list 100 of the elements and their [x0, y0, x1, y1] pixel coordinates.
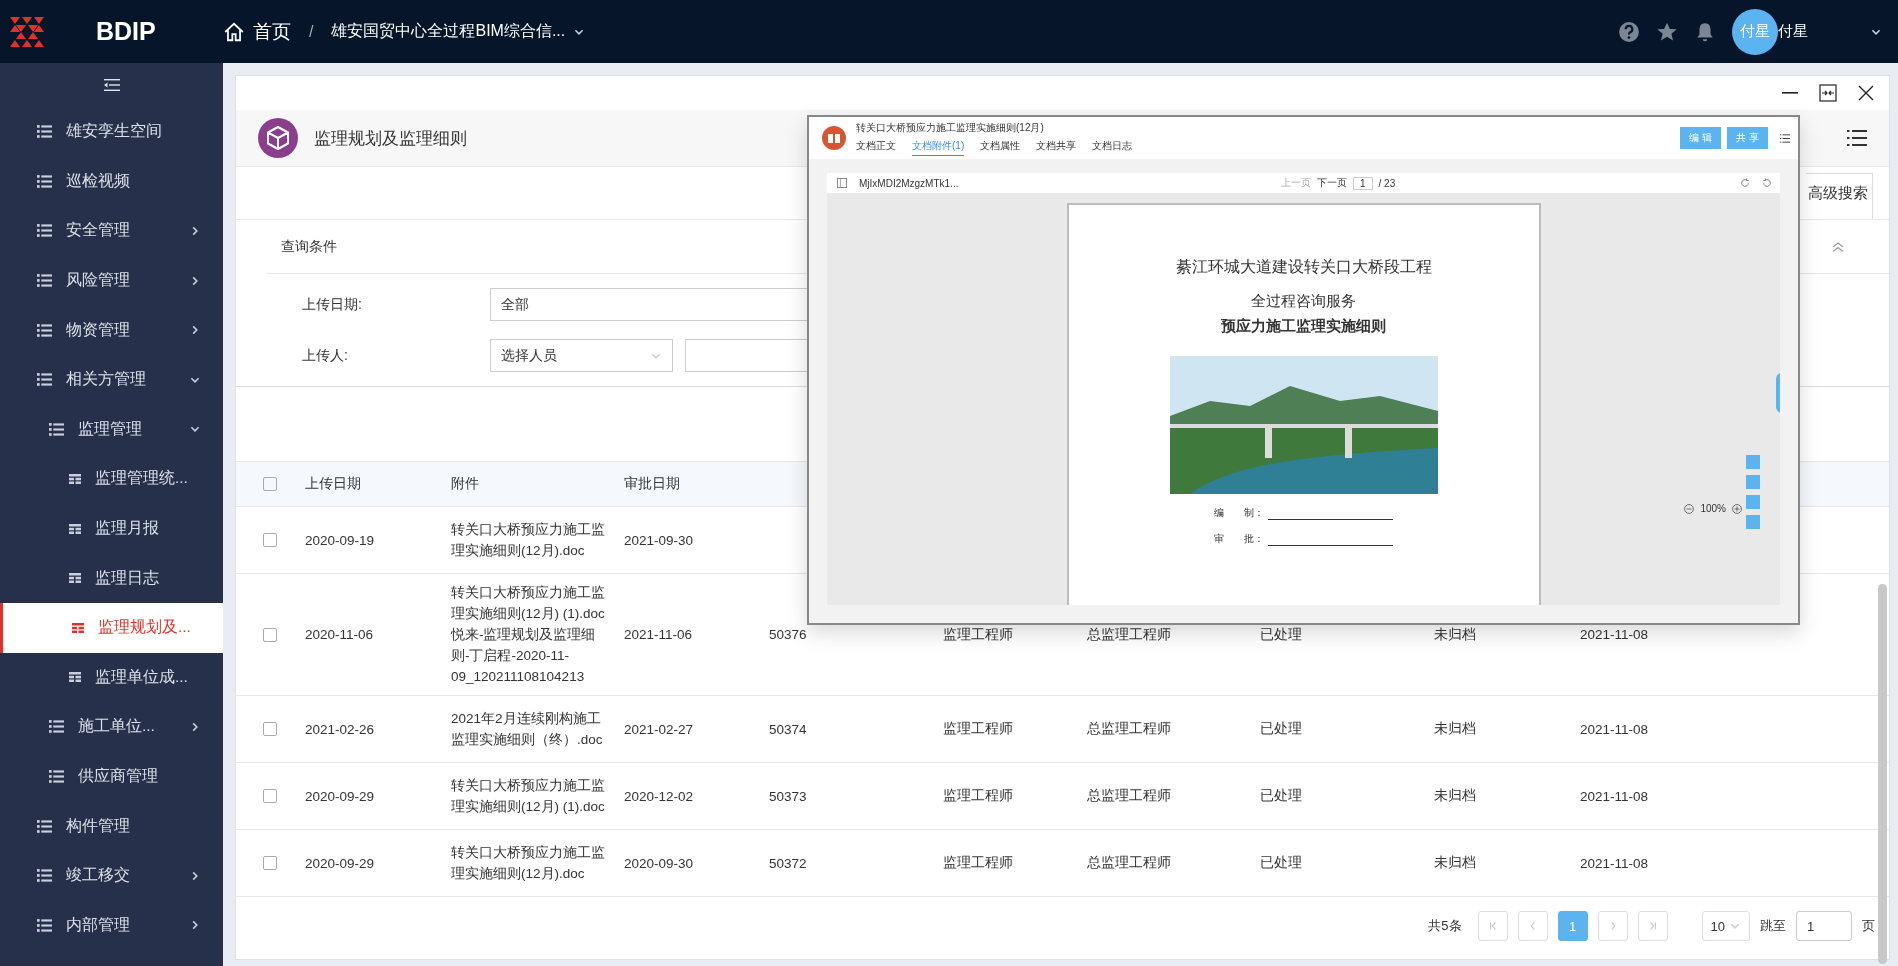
- first-page-button[interactable]: [1477, 911, 1508, 941]
- project-dropdown[interactable]: 雄安国贸中心全过程BIM综合信...: [331, 21, 566, 42]
- jump-label: 跳至: [1760, 917, 1786, 935]
- rotate-clockwise-icon[interactable]: [1740, 178, 1750, 188]
- page-title: 监理规划及监理细则: [314, 127, 467, 150]
- collapse-icon[interactable]: [1831, 240, 1845, 253]
- table-cell-text: 已处理: [1260, 625, 1303, 644]
- list-icon: [37, 174, 52, 188]
- file-name: MjIxMDI2MzgzMTk1...: [859, 177, 960, 189]
- table-cell-text: 2020-11-06: [305, 627, 375, 642]
- table-cell-text: 总监理工程师: [1087, 625, 1172, 644]
- sidebar-item[interactable]: 竣工移交: [0, 850, 223, 901]
- zoom-level: 100%: [1700, 503, 1726, 514]
- restore-icon[interactable]: [1819, 84, 1837, 102]
- breadcrumb-link[interactable]: 首页: [253, 18, 291, 45]
- sidebar-item[interactable]: 施工单位...: [0, 702, 223, 752]
- collapse-menu-icon[interactable]: [103, 79, 120, 91]
- sidebar-item[interactable]: 监理月报: [0, 503, 223, 554]
- help-icon[interactable]: [1618, 20, 1640, 43]
- table-cell-text: 2021-11-08: [1580, 721, 1650, 737]
- list-icon: [49, 770, 64, 783]
- select-all-checkbox[interactable]: [263, 477, 277, 491]
- menu-icon[interactable]: [1780, 133, 1790, 143]
- sidebar-item[interactable]: 监理管理统...: [0, 454, 223, 504]
- row-checkbox[interactable]: [263, 722, 277, 736]
- row-checkbox[interactable]: [263, 856, 277, 870]
- column-header: 上传日期: [305, 475, 362, 493]
- row-checkbox[interactable]: [263, 789, 277, 803]
- list-icon: [37, 224, 52, 238]
- rotate-counterclockwise-icon[interactable]: [1762, 178, 1772, 188]
- table-cell-text: 50374: [769, 721, 808, 737]
- table-cell-text: 监理工程师: [943, 787, 1014, 805]
- table-cell-text: 2021-02-27: [624, 721, 695, 737]
- list-icon: [37, 869, 52, 883]
- table-cell-text: 已处理: [1260, 720, 1303, 738]
- book-icon: [822, 126, 846, 150]
- table-cell-text: 转关口大桥预应力施工监理实施细则(12月) (1).doc 悦来-监理规划及监理细则-丁启程-2020-11-09_120211108104213: [451, 584, 606, 686]
- row-checkbox[interactable]: [263, 627, 277, 642]
- sidebar-item[interactable]: 风险管理: [0, 255, 223, 306]
- document-tab[interactable]: 文档属性: [980, 138, 1021, 156]
- sidebar-item[interactable]: 巡检视频: [0, 156, 223, 207]
- previous-page-button[interactable]: [1517, 911, 1548, 941]
- document-tab[interactable]: 文档附件(1): [912, 138, 965, 156]
- table-icon: [69, 573, 81, 584]
- document-tab[interactable]: 文档日志: [1092, 138, 1133, 156]
- scrollbar[interactable]: [1878, 584, 1887, 964]
- table-cell-text: 监理工程师: [943, 854, 1014, 872]
- table-cell-text: 2020-09-19: [305, 532, 376, 548]
- table-cell-text: 50376: [769, 627, 808, 642]
- date-range-field[interactable]: 全部: [490, 288, 810, 321]
- query-title: 查询条件: [281, 237, 337, 256]
- user-name[interactable]: 付星: [1778, 22, 1808, 41]
- table-cell-text: 2021-11-08: [1580, 788, 1650, 804]
- zoom-out-icon[interactable]: [1684, 503, 1695, 514]
- next-page-link[interactable]: 下一页: [1317, 176, 1347, 190]
- advanced-search-tab[interactable]: 高级搜索: [1806, 173, 1873, 219]
- sidebar-item[interactable]: 监理单位成...: [0, 652, 223, 703]
- menu-icon[interactable]: [1847, 130, 1867, 146]
- field-label: 上传日期:: [302, 295, 363, 314]
- page-unit-label: 页: [1862, 917, 1875, 935]
- table-cell-text: 2020-09-29: [305, 788, 376, 804]
- column-header: 附件: [451, 475, 480, 493]
- table-cell-text: 2020-12-02: [624, 788, 695, 804]
- table-cell-text: 2021-02-26: [305, 721, 376, 737]
- table-cell-text: 转关口大桥预应力施工监理实施细则(12月).doc: [451, 521, 606, 560]
- sidebar-item[interactable]: 雄安孪生空间: [0, 107, 223, 157]
- sidebar-toggle-icon[interactable]: [837, 178, 847, 188]
- person-select[interactable]: 选择人员: [490, 339, 673, 372]
- last-page-button[interactable]: [1637, 911, 1668, 941]
- next-page-button[interactable]: [1597, 911, 1628, 941]
- sidebar-item[interactable]: 监理日志: [0, 553, 223, 603]
- table-cell-text: 未归档: [1434, 854, 1477, 872]
- table-cell-text: 50372: [769, 855, 808, 871]
- row-checkbox[interactable]: [263, 533, 277, 547]
- page-jump-field[interactable]: 1: [1796, 911, 1852, 941]
- sidebar-item[interactable]: 物资管理: [0, 305, 223, 355]
- table-cell-text: 2021-11-08: [1580, 627, 1650, 642]
- document-tab[interactable]: 文档共享: [1036, 138, 1077, 156]
- close-icon[interactable]: [1857, 84, 1875, 102]
- table-cell-text: 总监理工程师: [1087, 787, 1172, 805]
- bell-icon[interactable]: [1694, 20, 1716, 43]
- sidebar-item[interactable]: 供应商管理: [0, 751, 223, 802]
- document-tab[interactable]: 文档正文: [856, 138, 896, 156]
- table-cell-text: 2021-09-30: [624, 532, 695, 548]
- list-icon: [49, 720, 64, 734]
- sidebar-item[interactable]: 监理管理: [0, 404, 223, 455]
- list-icon: [37, 373, 52, 387]
- zoom-in-icon[interactable]: [1732, 503, 1742, 514]
- sidebar-item[interactable]: 相关方管理: [0, 354, 223, 405]
- sidebar-item[interactable]: 构件管理: [0, 801, 223, 851]
- page-number-field[interactable]: 1: [1353, 176, 1373, 190]
- page-size-select[interactable]: 10: [1701, 911, 1750, 941]
- brand-name: BDIP: [96, 17, 156, 46]
- table-cell-text: 监理工程师: [943, 625, 1014, 644]
- sidebar-item[interactable]: 安全管理: [0, 206, 223, 256]
- page-total: / 23: [1378, 177, 1396, 189]
- sidebar-item[interactable]: 内部管理: [0, 900, 223, 951]
- document-title: 转关口大桥预应力施工监理实施细则(12月): [856, 120, 1045, 135]
- sidebar-item[interactable]: 监理规划及...: [0, 602, 223, 653]
- table-cell-text: 转关口大桥预应力施工监理实施细则(12月) (1).doc: [451, 777, 606, 816]
